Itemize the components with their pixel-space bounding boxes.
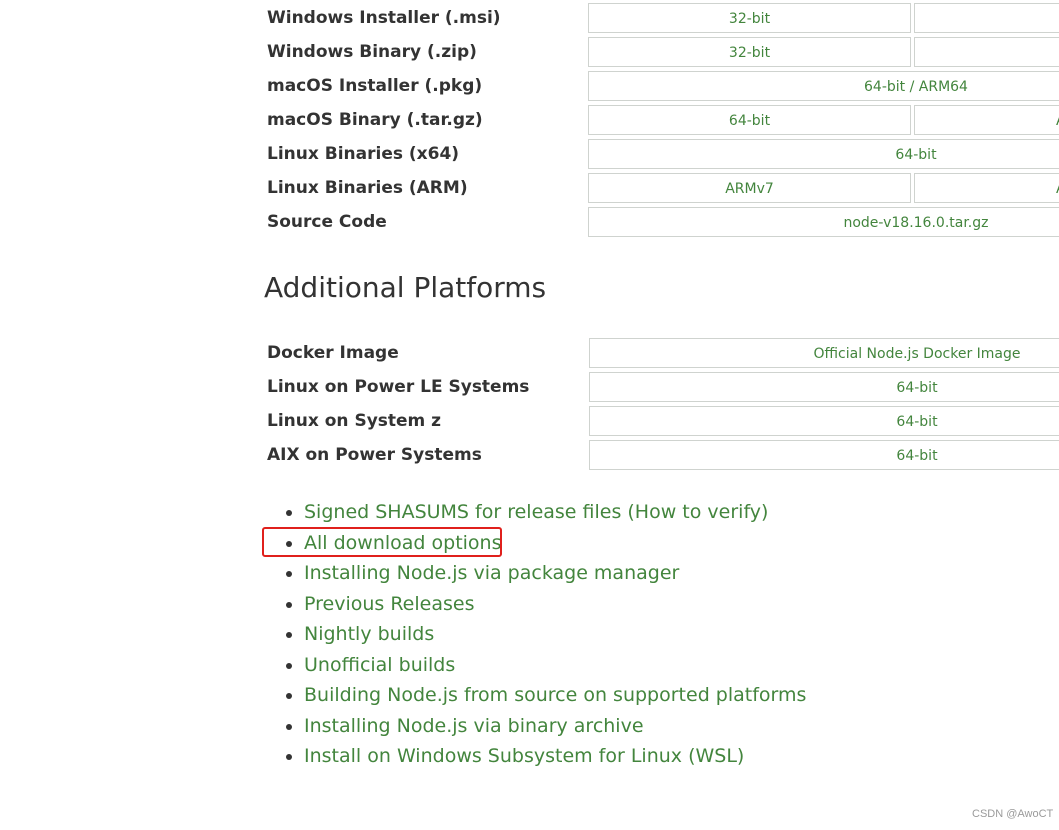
row-label: Docker Image	[267, 343, 399, 363]
download-32bit-zip-button[interactable]: 32-bit	[588, 37, 911, 67]
download-power-le-button[interactable]: 64-bit	[589, 372, 1059, 402]
download-64bit-zip-button[interactable]	[914, 37, 1059, 67]
cell-label: 64-bit	[895, 147, 937, 163]
nightly-builds-link[interactable]: Nightly builds	[304, 623, 434, 645]
table-row: Linux Binaries (x64) 64-bit	[0, 137, 1059, 171]
download-linux-armv7-button[interactable]: ARMv7	[588, 173, 911, 203]
download-system-z-button[interactable]: 64-bit	[589, 406, 1059, 436]
download-macos-arm64-tar-button[interactable]: A	[914, 105, 1059, 135]
table-row: Linux on Power LE Systems 64-bit	[0, 370, 1059, 404]
table-row: Source Code node-v18.16.0.tar.gz	[0, 205, 1059, 239]
bullet-icon	[286, 632, 292, 638]
cell-label: 64-bit / ARM64	[864, 79, 968, 95]
bullet-icon	[286, 693, 292, 699]
download-aix-button[interactable]: 64-bit	[589, 440, 1059, 470]
download-source-code-button[interactable]: node-v18.16.0.tar.gz	[588, 207, 1059, 237]
list-item: Installing Node.js via package manager	[264, 558, 806, 589]
cell-label: Official Node.js Docker Image	[813, 346, 1021, 362]
list-item: Installing Node.js via binary archive	[264, 711, 806, 742]
list-item: Building Node.js from source on supporte…	[264, 680, 806, 711]
list-item: Nightly builds	[264, 619, 806, 650]
table-row: Linux Binaries (ARM) ARMv7 A	[0, 171, 1059, 205]
download-macos-64bit-tar-button[interactable]: 64-bit	[588, 105, 911, 135]
bullet-icon	[286, 601, 292, 608]
row-label: Source Code	[267, 212, 387, 232]
table-row: Docker Image Official Node.js Docker Ima…	[0, 336, 1059, 370]
bullet-icon	[286, 571, 292, 577]
list-item: Previous Releases	[264, 589, 806, 620]
cell-label: 64-bit	[896, 380, 938, 396]
table-row: Linux on System z 64-bit	[0, 404, 1059, 438]
row-label: Windows Binary (.zip)	[267, 42, 477, 62]
highlight-annotation	[262, 527, 502, 557]
download-linux-armv8-button[interactable]: A	[914, 173, 1059, 203]
row-label: Linux on System z	[267, 411, 442, 431]
row-label: macOS Binary (.tar.gz)	[267, 110, 483, 130]
row-label: Linux Binaries (ARM)	[267, 178, 468, 198]
build-from-source-link[interactable]: Building Node.js from source on supporte…	[304, 684, 806, 706]
watermark: CSDN @AwoCT	[972, 808, 1054, 820]
row-label: macOS Installer (.pkg)	[267, 76, 483, 96]
table-row: macOS Installer (.pkg) 64-bit / ARM64	[0, 69, 1059, 103]
bullet-icon	[286, 723, 292, 730]
download-linux-x64-button[interactable]: 64-bit	[588, 139, 1059, 169]
row-label: Linux Binaries (x64)	[267, 144, 460, 164]
table-row: Windows Installer (.msi) 32-bit	[0, 1, 1059, 35]
wsl-link[interactable]: Install on Windows Subsystem for Linux (…	[304, 745, 744, 767]
download-macos-pkg-button[interactable]: 64-bit / ARM64	[588, 71, 1059, 101]
row-label: Linux on Power LE Systems	[267, 377, 530, 397]
list-item: Install on Windows Subsystem for Linux (…	[264, 741, 806, 772]
bullet-icon	[286, 754, 292, 760]
page: Windows Installer (.msi) 32-bit Windows …	[0, 0, 1059, 830]
table-row: macOS Binary (.tar.gz) 64-bit A	[0, 103, 1059, 137]
row-label: Windows Installer (.msi)	[267, 8, 501, 28]
row-label: AIX on Power Systems	[267, 445, 482, 465]
cell-label: node-v18.16.0.tar.gz	[843, 215, 989, 231]
shasums-link[interactable]: Signed SHASUMS for release files (How to…	[304, 501, 768, 523]
list-item: Unofficial builds	[264, 650, 806, 681]
bullet-icon	[286, 510, 292, 516]
cell-label: 64-bit	[896, 448, 938, 464]
previous-releases-link[interactable]: Previous Releases	[304, 593, 474, 615]
package-manager-link[interactable]: Installing Node.js via package manager	[304, 562, 679, 584]
bullet-icon	[286, 662, 292, 669]
list-item: Signed SHASUMS for release files (How to…	[264, 497, 806, 528]
unofficial-builds-link[interactable]: Unofficial builds	[304, 654, 455, 676]
binary-archive-link[interactable]: Installing Node.js via binary archive	[304, 715, 644, 737]
cell-label: 64-bit	[896, 414, 938, 430]
table-row: Windows Binary (.zip) 32-bit	[0, 35, 1059, 69]
additional-platforms-title: Additional Platforms	[264, 271, 547, 304]
table-row: AIX on Power Systems 64-bit	[0, 438, 1059, 472]
download-32bit-msi-button[interactable]: 32-bit	[588, 3, 911, 33]
docker-image-link[interactable]: Official Node.js Docker Image	[589, 338, 1059, 368]
download-64bit-msi-button[interactable]	[914, 3, 1059, 33]
